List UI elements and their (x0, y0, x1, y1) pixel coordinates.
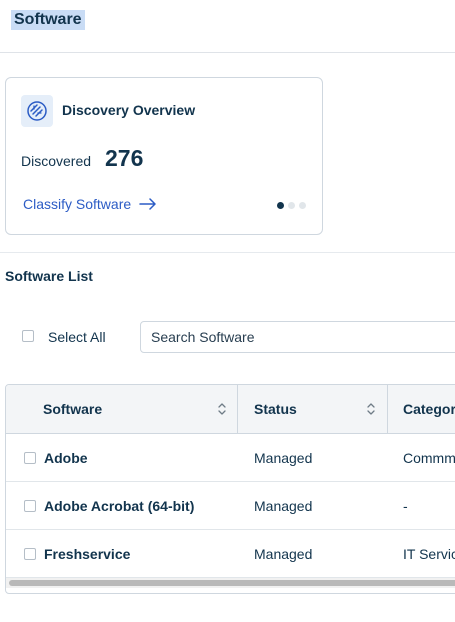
carousel-dot[interactable] (288, 202, 295, 209)
page-title: Software (11, 10, 85, 30)
software-status: Managed (254, 449, 313, 466)
search-software-input[interactable] (140, 321, 455, 353)
software-table: Software Status Categor Adobe Managed Co… (5, 384, 455, 594)
discovered-label: Discovered (21, 153, 92, 169)
software-category: IT Servic (403, 545, 455, 562)
row-checkbox[interactable] (24, 452, 36, 464)
column-divider[interactable] (237, 385, 238, 433)
classify-software-link[interactable]: Classify Software (23, 196, 157, 212)
carousel-dot-active[interactable] (277, 202, 284, 209)
discovery-icon (21, 95, 53, 127)
software-list-title: Software List (5, 268, 93, 284)
scrollbar-thumb[interactable] (9, 580, 455, 586)
column-label: Categor (403, 401, 455, 417)
table-row[interactable]: Freshservice Managed IT Servic (6, 530, 455, 578)
software-status: Managed (254, 545, 313, 562)
column-header-category[interactable]: Categor (403, 385, 455, 433)
column-label: Software (43, 401, 103, 417)
discovery-overview-card: Discovery Overview Discovered 276 Classi… (5, 77, 323, 235)
page-header: Software (0, 0, 455, 53)
carousel-dot[interactable] (299, 202, 306, 209)
software-category: - (403, 497, 408, 514)
column-header-software[interactable]: Software (43, 385, 102, 433)
software-status: Managed (254, 497, 313, 514)
column-header-status[interactable]: Status (254, 385, 297, 433)
carousel-dots (277, 202, 306, 209)
table-header: Software Status Categor (6, 385, 455, 434)
table-row[interactable]: Adobe Managed Commm (6, 434, 455, 482)
sort-icon[interactable] (217, 401, 227, 417)
column-divider[interactable] (387, 385, 388, 433)
table-row[interactable]: Adobe Acrobat (64-bit) Managed - (6, 482, 455, 530)
sort-icon[interactable] (366, 401, 376, 417)
software-name[interactable]: Freshservice (44, 530, 130, 577)
software-page: Software Discovery Overview Discovered 2… (0, 0, 455, 622)
software-name[interactable]: Adobe (44, 434, 88, 481)
classify-software-label: Classify Software (23, 196, 132, 212)
software-name[interactable]: Adobe Acrobat (64-bit) (44, 482, 194, 529)
select-all-label: Select All (48, 329, 106, 345)
overview-title: Discovery Overview (62, 102, 196, 118)
discovered-count: 276 (105, 145, 144, 171)
software-category: Commm (403, 449, 455, 466)
row-checkbox[interactable] (24, 548, 36, 560)
section-divider (0, 252, 455, 253)
horizontal-scrollbar[interactable] (6, 578, 455, 588)
select-all-checkbox[interactable] (22, 330, 34, 342)
row-checkbox[interactable] (24, 500, 36, 512)
column-label: Status (254, 401, 297, 417)
arrow-right-icon (139, 198, 156, 210)
